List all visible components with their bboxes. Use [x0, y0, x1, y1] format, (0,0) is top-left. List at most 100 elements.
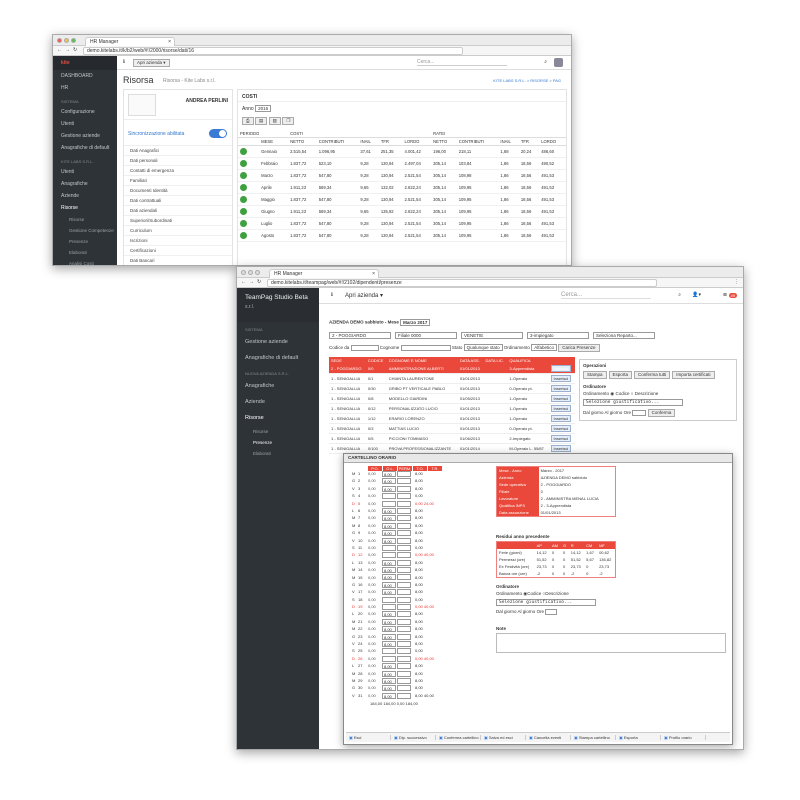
perm-cell[interactable] [397, 648, 411, 655]
hours-cell[interactable]: 8,00 [382, 581, 396, 588]
employee-row[interactable]: 1 - SENIGALLIA 0/12 PERSONALIZZATO LUCIO 01… [329, 404, 575, 414]
perm-cell[interactable] [397, 515, 411, 522]
close-icon[interactable]: × [372, 271, 375, 277]
hours-cell[interactable]: 8,00 [382, 589, 396, 596]
expand-icon[interactable] [240, 184, 247, 191]
hours-cell[interactable]: 8,00 [382, 618, 396, 625]
close-dot[interactable] [241, 270, 246, 275]
insert-button[interactable]: Inserisci [550, 365, 572, 372]
menu-item[interactable]: Dati aziendali [124, 206, 232, 216]
menu-item[interactable]: Superiori/Subordinati [124, 216, 232, 226]
column-header[interactable]: INAIL [358, 138, 378, 146]
expand-icon[interactable] [240, 220, 247, 227]
expand-icon[interactable] [240, 232, 247, 239]
insert-button[interactable]: Inserisci [550, 395, 572, 402]
url-field[interactable]: demo.kitelabs.it/teampag/web/#!/2102/dip… [267, 279, 657, 287]
sidebar-item[interactable]: Aziende [53, 190, 117, 202]
avatar[interactable] [554, 58, 563, 67]
hours-cell[interactable]: 8,00 [382, 611, 396, 618]
menu-item[interactable]: Curriculum [124, 226, 232, 236]
hours-cell[interactable]: 8,00 [382, 530, 396, 537]
perm-cell[interactable] [397, 471, 411, 477]
forward-arrow-icon[interactable]: → [249, 279, 254, 285]
perm-cell[interactable] [397, 663, 411, 670]
operation-button[interactable]: Importa certificati [672, 371, 715, 379]
column-header[interactable]: MESE [259, 138, 288, 146]
code-input[interactable] [350, 344, 379, 351]
hours-cell[interactable]: 8,00 [382, 471, 396, 477]
sidebar-item[interactable]: Risorse [237, 426, 319, 437]
hours-cell[interactable]: 8,00 [382, 685, 396, 692]
hours-cell[interactable]: 8,00 [382, 640, 396, 647]
expand-icon[interactable] [240, 148, 247, 155]
employee-row[interactable]: 1 - SENIGALLIA 0/30 GRIBO PT VERTICALE PAB… [329, 384, 575, 394]
employee-row[interactable]: 2 - POGGIARDO 0/0 AMMINISTRAZIONE ALBERTI 0… [329, 364, 575, 374]
browser-tab[interactable]: HR Manager × [85, 37, 175, 46]
sync-toggle[interactable] [209, 129, 227, 138]
notifications-icon[interactable]: ≡ [723, 292, 727, 299]
footer-button[interactable]: ▣ Profilo orario [661, 735, 706, 740]
perm-cell[interactable] [397, 640, 411, 647]
employee-row[interactable]: 1 - SENIGALLIA 0/100 PROVA PROFESSIONALIZZ… [329, 444, 575, 454]
sidebar-item[interactable]: DASHBOARD [53, 70, 117, 82]
order-select[interactable]: Alfabetico [531, 344, 557, 352]
menu-item[interactable]: Certificazioni [124, 246, 232, 256]
hours-cell[interactable]: 8,00 [382, 633, 396, 640]
filter-select[interactable]: 2 - POGGIARDO [329, 332, 391, 339]
perm-cell[interactable] [397, 655, 411, 662]
copy-icon[interactable]: ❐ [282, 117, 295, 125]
open-company-button[interactable]: Apri azienda ▾ [345, 292, 383, 299]
reload-icon[interactable]: ↻ [73, 47, 77, 53]
column-header[interactable]: CODICE [366, 357, 387, 364]
hours-cell[interactable]: 8,00 [382, 515, 396, 522]
radio-code[interactable]: ◉ [610, 391, 614, 396]
sidebar-item[interactable]: Gestione aziende [237, 334, 319, 350]
column-header[interactable]: TFR [519, 138, 539, 146]
sidebar-item[interactable]: HR [53, 82, 117, 94]
close-icon[interactable]: × [168, 39, 171, 45]
hours-cell[interactable] [382, 500, 396, 507]
excel-icon[interactable]: ▤ [255, 117, 268, 125]
breadcrumb[interactable]: KITE LABS S.R.L. > RISORSE > PAG [493, 78, 561, 83]
hours-cell[interactable] [382, 604, 396, 611]
notes-textarea[interactable] [496, 633, 726, 653]
menu-dots-icon[interactable]: ⋮ [734, 279, 739, 285]
filter-select[interactable]: 3-impiegato [527, 332, 589, 339]
menu-item[interactable]: Documenti Identità [124, 186, 232, 196]
hours-cell[interactable]: 8,00 [382, 559, 396, 566]
column-header[interactable]: INAIL [498, 138, 518, 146]
perm-cell[interactable] [397, 493, 411, 500]
perm-cell[interactable] [397, 559, 411, 566]
column-header[interactable]: LORDO [539, 138, 566, 146]
perm-cell[interactable] [397, 581, 411, 588]
browser-tab[interactable]: HR Manager × [269, 269, 379, 278]
menu-item[interactable]: Dati contrattuali [124, 196, 232, 206]
menu-item[interactable]: Contatti di emergenza [124, 166, 232, 176]
column-header[interactable]: SEDE [329, 357, 366, 364]
sidebar-item[interactable]: Elaborati [237, 448, 319, 459]
perm-cell[interactable] [397, 596, 411, 603]
hours-cell[interactable]: 8,00 [382, 507, 396, 514]
user-menu-icon[interactable]: 👤▾ [692, 292, 701, 298]
column-header[interactable]: QUALIFICA [507, 357, 548, 364]
hours-cell[interactable] [382, 544, 396, 551]
hours-cell[interactable]: 8,00 [382, 485, 396, 492]
footer-button[interactable]: ▣ Cancella eventi [526, 735, 571, 740]
expand-icon[interactable] [240, 160, 247, 167]
sidebar-item[interactable]: Gestione Competenze [53, 225, 117, 236]
column-header[interactable]: TFR [379, 138, 403, 146]
hours-cell[interactable] [382, 552, 396, 559]
hours-cell[interactable] [382, 655, 396, 662]
perm-cell[interactable] [397, 618, 411, 625]
hours-cell[interactable]: 8,00 [382, 692, 396, 699]
hours-cell[interactable] [382, 648, 396, 655]
search-icon[interactable]: ⌕ [544, 59, 547, 65]
insert-button[interactable]: Inserisci [550, 415, 572, 422]
hours-cell[interactable]: 8,00 [382, 663, 396, 670]
filter-select[interactable]: VENETIE [461, 332, 523, 339]
perm-cell[interactable] [397, 500, 411, 507]
employee-row[interactable]: 1 - SENIGALLIA 1/12 ERARIO LORENZO 01/01/20… [329, 414, 575, 424]
employee-row[interactable]: 1 - SENIGALLIA 0/3 MATTIAS LUCIO 01/01/2013… [329, 424, 575, 434]
insert-button[interactable]: Inserisci [550, 405, 572, 412]
sidebar-item[interactable]: Utenti [53, 166, 117, 178]
